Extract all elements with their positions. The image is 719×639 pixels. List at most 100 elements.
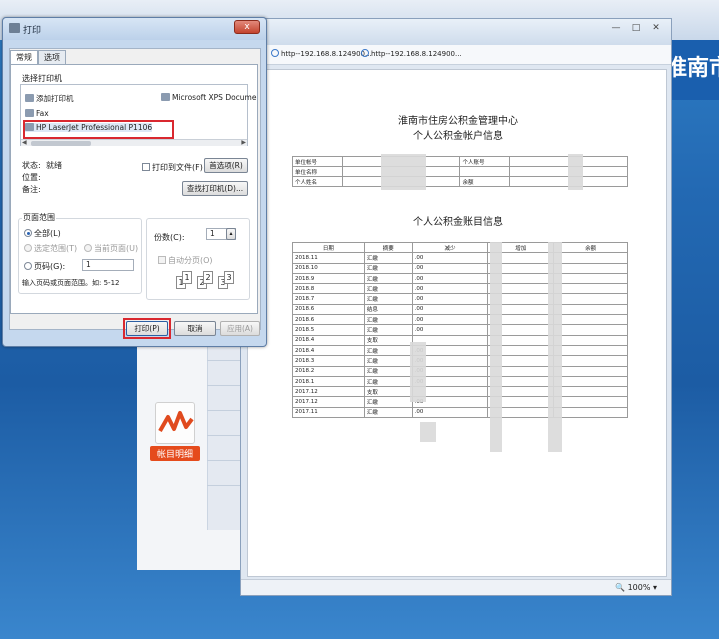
- ledger-cell: 支取: [363, 386, 413, 398]
- ledger-cell: .00: [411, 293, 489, 305]
- account-cell: 单位名称: [292, 166, 343, 177]
- ledger-cell: [553, 355, 628, 367]
- ledger-cell: 2017.12: [292, 386, 365, 398]
- account-cell: 个人姓名: [292, 176, 343, 187]
- redaction-blur: [410, 342, 426, 402]
- range-pages-label: 页码(G):: [34, 262, 66, 271]
- printer-icon: [161, 93, 170, 101]
- range-selection-radio[interactable]: [24, 244, 32, 252]
- copies-stepper[interactable]: ▴: [226, 228, 236, 240]
- range-current-label: 当前页面(U): [94, 244, 139, 253]
- preview-tab[interactable]: http--192.168.8.124900...: [361, 49, 462, 58]
- divider: [207, 360, 240, 361]
- ledger-cell: 汇缴: [363, 252, 413, 264]
- collate-page-icon: 3: [224, 271, 234, 284]
- tab-options[interactable]: 选项: [38, 50, 66, 64]
- cancel-button[interactable]: 取消: [174, 321, 216, 336]
- preview-statusbar: 🔍 100% ▾: [241, 579, 671, 595]
- ledger-cell: .00: [411, 272, 489, 285]
- tab-general[interactable]: 常规: [10, 50, 38, 64]
- scroll-left-icon[interactable]: ◀: [22, 139, 27, 146]
- ledger-cell: 汇缴: [363, 314, 413, 326]
- ledger-cell: 2018.2: [292, 365, 365, 377]
- find-printer-button[interactable]: 查找打印机(D)...: [182, 181, 248, 196]
- page-range-label: 页面范围: [22, 212, 56, 223]
- ledger-header-cell: 余额: [553, 241, 628, 254]
- ledger-cell: [553, 334, 628, 346]
- ledger-cell: [553, 375, 628, 388]
- highlight-box: [23, 120, 174, 139]
- ledger-cell: [553, 314, 628, 326]
- apply-button[interactable]: 应用(A): [220, 321, 260, 336]
- ledger-table: 日期 摘要 减少 增加 余额 2018.11 汇缴 .00 2018.10 汇缴 .00 2018.…: [292, 241, 628, 419]
- doc-title: 淮南市住房公积金管理中心: [398, 116, 518, 127]
- status-value: 就绪: [46, 161, 62, 170]
- printer-icon: [9, 23, 20, 33]
- range-all-radio[interactable]: [24, 229, 32, 237]
- maximize-button[interactable]: □: [627, 23, 645, 35]
- table-row: 2017.12 汇缴 .00: [292, 396, 628, 408]
- ledger-cell: 汇缴: [363, 365, 413, 377]
- fax-icon: [25, 109, 34, 117]
- ledger-cell: 2018.3: [292, 355, 365, 367]
- ledger-cell: 2018.7: [292, 293, 365, 305]
- redaction-blur: [420, 422, 436, 442]
- table-row: 2018.4汇缴.00: [292, 344, 628, 357]
- table-row: 2018.9 汇缴 .00: [292, 272, 628, 285]
- table-row: 2018.10 汇缴 .00: [292, 262, 628, 274]
- collate-page-icon: 2: [203, 271, 213, 284]
- ledger-detail-tile[interactable]: 帐目明细: [150, 402, 200, 462]
- preview-tab[interactable]: http--192.168.8.124900...: [271, 49, 372, 58]
- printer-item-add[interactable]: 添加打印机: [25, 93, 74, 104]
- table-row: 2017.11 汇缴 .00: [292, 406, 628, 419]
- divider: [207, 485, 240, 486]
- table-row: 2018.4 支取: [292, 334, 628, 346]
- preferences-button[interactable]: 首选项(R): [204, 158, 248, 173]
- ledger-cell: .00: [411, 303, 489, 316]
- printer-item-xps[interactable]: Microsoft XPS Docume: [161, 93, 256, 102]
- scroll-right-icon[interactable]: ▶: [241, 139, 246, 146]
- collate-checkbox[interactable]: [158, 256, 166, 264]
- redaction-blur: [548, 242, 562, 452]
- comment-label: 备注:: [22, 185, 41, 194]
- doc-subtitle: 个人公积金帐户信息: [413, 131, 503, 142]
- dialog-close-button[interactable]: x: [234, 20, 260, 34]
- pages-input[interactable]: 1: [82, 259, 134, 271]
- ledger-cell: .00: [411, 252, 489, 264]
- dialog-tabs: 常规 选项: [10, 50, 66, 64]
- divider: [207, 385, 240, 386]
- printer-item-fax[interactable]: Fax: [25, 109, 49, 118]
- print-to-file-label: 打印到文件(F): [152, 163, 203, 172]
- range-current-radio[interactable]: [84, 244, 92, 252]
- ledger-cell: .00: [411, 406, 489, 419]
- account-cell: 余额: [459, 176, 511, 187]
- status-label: 状态:: [22, 161, 41, 170]
- collate-label: 自动分页(O): [168, 256, 213, 265]
- pages-hint: 输入页码或页面范围。如: 5-12: [22, 279, 120, 287]
- table-row: 2017.12 支取: [292, 386, 628, 398]
- ledger-cell: [553, 386, 628, 398]
- minimize-button[interactable]: —: [607, 23, 625, 35]
- ledger-cell: 2018.8: [292, 283, 365, 295]
- table-row: 2018.7 汇缴 .00: [292, 293, 628, 305]
- zoom-control[interactable]: 🔍 100% ▾: [615, 583, 657, 592]
- scroll-thumb[interactable]: [31, 141, 91, 146]
- ledger-cell: 2018.10: [292, 262, 365, 274]
- ledger-cell: [553, 365, 628, 377]
- ledger-tile-label: 帐目明细: [150, 446, 200, 461]
- divider: [207, 460, 240, 461]
- redaction-blur: [568, 154, 583, 190]
- ledger-cell: 汇缴: [363, 406, 413, 419]
- printer-list-scrollbar[interactable]: ◀ ▶: [21, 139, 247, 146]
- ledger-cell: [553, 406, 628, 419]
- table-row: 2018.2汇缴.00: [292, 365, 628, 377]
- ledger-cell: 汇缴: [363, 272, 413, 285]
- ledger-cell: 结息: [363, 303, 413, 316]
- preview-tabbar: http--192.168.8.124900... http--192.168.…: [241, 45, 671, 65]
- ledger-cell: 汇缴: [363, 324, 413, 336]
- print-to-file-checkbox[interactable]: [142, 163, 150, 171]
- ledger-cell: 2018.6: [292, 314, 365, 326]
- range-pages-radio[interactable]: [24, 262, 32, 270]
- account-cell: 单位帐号: [292, 156, 343, 167]
- close-button[interactable]: ✕: [647, 23, 665, 35]
